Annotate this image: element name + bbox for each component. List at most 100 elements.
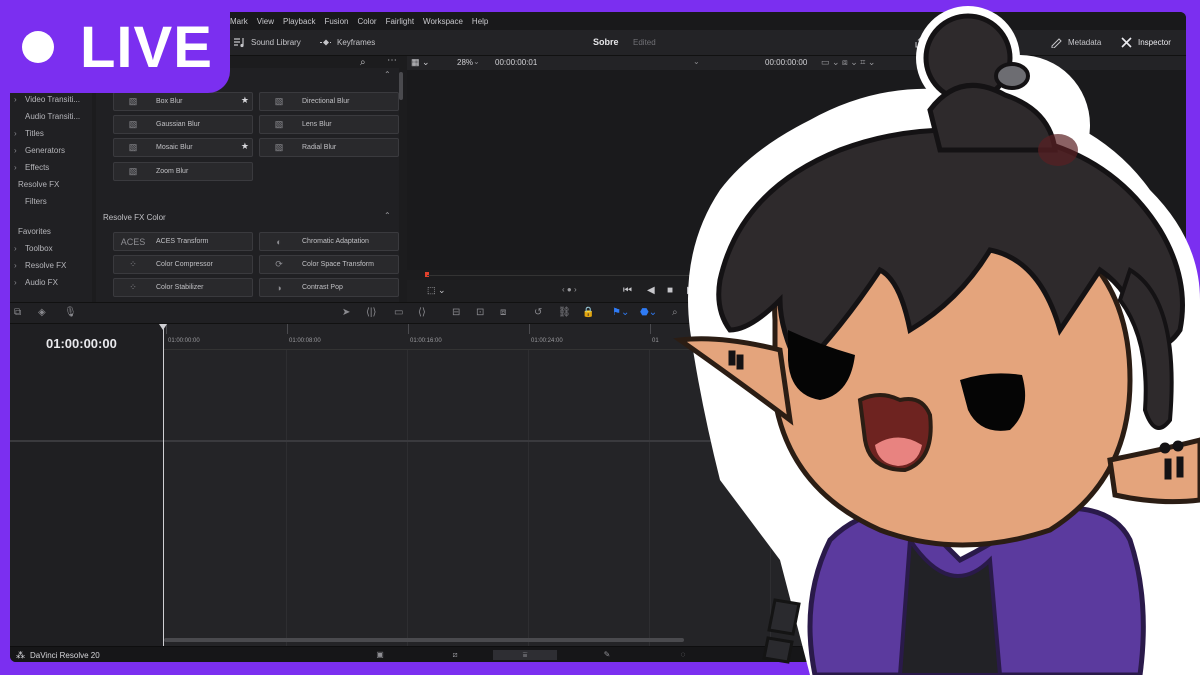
effect-chromatic-adaptation[interactable]: ◐ Chromatic Adaptation [259,232,399,251]
ruler-tick-label: 01 [652,338,659,344]
search-icon[interactable]: ⌕ [360,57,366,68]
keyframes-label: Keyframes [337,38,376,47]
favorite-star-icon[interactable]: ★ [241,95,249,106]
effect-label: Contrast Pop [302,284,343,291]
menu-item-workspace[interactable]: Workspace [423,17,463,26]
effect-directional-blur[interactable]: ▧ Directional Blur [259,92,399,111]
collapse-icon: ⌃ [384,211,391,220]
nav-item-label: Video Transiti... [25,95,80,104]
nav-item-toolbox[interactable]: › Toolbox [10,243,92,259]
cut-page-icon[interactable]: ⧄ [440,650,470,660]
menu-item-fusion[interactable]: Fusion [324,17,348,26]
app-name: DaVinci Resolve 20 [30,651,100,660]
ruler-tick [650,324,651,334]
resolve-fx-color-header[interactable]: Resolve FX Color ⌃ [103,211,393,227]
timeline-playhead[interactable] [163,324,164,646]
snapping-icon[interactable]: ↺ [534,307,542,318]
menu-item-playback[interactable]: Playback [283,17,315,26]
fusion-page-icon[interactable]: ✎ [592,650,622,660]
track-headers: 01:00:00:00 [10,324,164,646]
effect-label: Directional Blur [302,98,350,105]
flag-icon[interactable]: ⚑⌄ [612,307,629,318]
section-title: Resolve FX Color [103,213,166,222]
zoom-level[interactable]: 28% [457,58,473,67]
effect-color-compressor[interactable]: ⁘ Color Compressor [113,255,253,274]
effect-color-stabilizer[interactable]: ⁘ Color Stabilizer [113,278,253,297]
effects-panel: ⌃ ▧ Box Blur ★ ▧ Directional Blur ▧ Gaussian B… [96,68,399,302]
marker-icon[interactable]: ⬣⌄ [640,307,657,318]
mosaic-blur-icon: ▧ [128,142,138,152]
effect-label: Color Space Transform [302,261,374,268]
ruler-tick-label: 01:00:16:00 [410,338,442,344]
effect-label: Color Compressor [156,261,213,268]
nav-item-generators[interactable]: › Generators [10,145,92,161]
voiceover-mic-icon[interactable]: 🎙 [64,307,77,318]
directional-blur-icon: ▧ [274,96,284,106]
app-brand: ⁂ DaVinci Resolve 20 [16,650,100,661]
effect-box-blur[interactable]: ▧ Box Blur ★ [113,92,253,111]
sound-library-icon [234,38,244,48]
effect-mosaic-blur[interactable]: ▧ Mosaic Blur ★ [113,138,253,157]
nav-item-audio-fx[interactable]: › Audio FX [10,277,92,293]
nav-item-filters[interactable]: Filters [10,196,92,212]
nav-item-titles[interactable]: › Titles [10,128,92,144]
chevron-right-icon: › [14,95,17,104]
transform-tool-icon[interactable]: ⬚ ⌄ [427,285,446,296]
timeline-view-icon[interactable]: ⧉ [14,307,21,318]
link-icon[interactable]: ⛓ [558,307,571,318]
effect-thumbnail-icon: ⁘ [129,259,137,269]
effect-thumbnail-icon: ⁘ [129,282,137,292]
project-status: Edited [633,38,656,47]
keyframes-icon [320,39,331,46]
audio-visibility-icon[interactable]: ◈ [38,307,46,318]
effect-zoom-blur[interactable]: ▧ Zoom Blur [113,162,253,181]
viewer-layout-icon[interactable]: ▦ ⌄ [411,57,430,68]
menu-item-view[interactable]: View [257,17,274,26]
box-blur-icon: ▧ [128,96,138,106]
go-to-start-icon[interactable]: ⏮ [623,285,632,296]
edit-page-icon[interactable]: ⩸ [493,650,557,660]
nav-item-resolve-fx[interactable]: Resolve FX [10,179,92,195]
nav-item-video-transiti[interactable]: › Video Transiti... [10,94,92,110]
effects-scrollbar[interactable] [399,72,403,100]
zoom-dropdown-icon[interactable]: ⌄ [473,57,480,66]
effect-contrast-pop[interactable]: ◑ Contrast Pop [259,278,399,297]
nav-item-label: Resolve FX [18,180,60,189]
selection-tool-icon[interactable]: ➤ [342,307,350,318]
menu-item-fairlight[interactable]: Fairlight [386,17,414,26]
sound-library-button[interactable]: Sound Library [233,37,301,48]
effect-color-space-transform[interactable]: ⟳ Color Space Transform [259,255,399,274]
menu-item-help[interactable]: Help [472,17,488,26]
overwrite-clip-icon[interactable]: ⊡ [476,307,484,318]
jog-control[interactable]: ‹ ● › [562,285,577,294]
nav-item-effects[interactable]: › Effects [10,162,92,178]
replace-clip-icon[interactable]: ⧈ [500,307,506,318]
menu-item-mark[interactable]: Mark [230,17,248,26]
blade-tool-icon[interactable]: ▭ [394,307,403,318]
grid-line [528,350,529,646]
dynamic-trim-icon[interactable]: ⟨⟩ [418,307,426,318]
grid-line [286,350,287,646]
insert-clip-icon[interactable]: ⊟ [452,307,460,318]
chibi-character-illustration [673,6,1200,675]
nav-item-label: Audio Transiti... [25,112,81,121]
effect-radial-blur[interactable]: ▧ Radial Blur [259,138,399,157]
effect-lens-blur[interactable]: ▧ Lens Blur [259,115,399,134]
menu-item-color[interactable]: Color [357,17,376,26]
nav-item-audio-transiti[interactable]: Audio Transiti... [10,111,92,127]
effect-gaussian-blur[interactable]: ▧ Gaussian Blur [113,115,253,134]
nav-item-resolve-fx[interactable]: › Resolve FX [10,260,92,276]
trim-tool-icon[interactable]: ⟨|⟩ [366,307,376,318]
effect-aces-transform[interactable]: ACES ACES Transform [113,232,253,251]
timeline-scrollbar[interactable] [164,638,684,642]
keyframes-button[interactable]: Keyframes [319,37,375,48]
chevron-right-icon: › [14,261,17,270]
radial-blur-icon: ▧ [274,142,284,152]
more-options-icon[interactable]: ⋯ [387,55,397,66]
reverse-play-icon[interactable]: ◀ [647,285,655,296]
media-page-icon[interactable]: ▣ [365,650,395,660]
grid-line [649,350,650,646]
nav-item-favorites[interactable]: Favorites [10,226,92,242]
lock-icon[interactable]: 🔒 [582,307,594,318]
favorite-star-icon[interactable]: ★ [241,141,249,152]
